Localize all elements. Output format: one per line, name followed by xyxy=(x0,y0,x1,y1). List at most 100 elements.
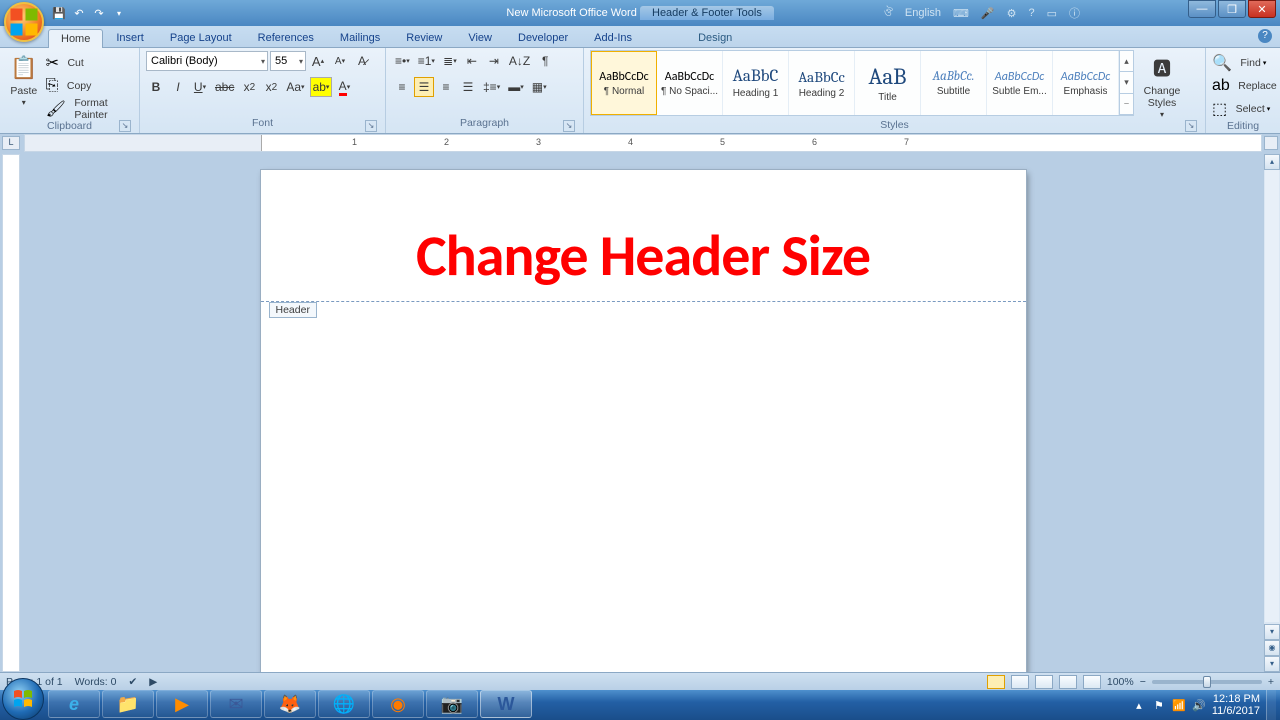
style-item-emphasis[interactable]: AaBbCcDcEmphasis xyxy=(1053,51,1119,115)
tray-network-icon[interactable]: 📶 xyxy=(1172,698,1186,712)
close-button[interactable]: ✕ xyxy=(1248,0,1276,18)
outline-view[interactable] xyxy=(1059,675,1077,689)
proofing-icon[interactable]: ✔ xyxy=(128,676,137,688)
replace-button[interactable]: ab Replace xyxy=(1212,75,1277,97)
style-item--normal[interactable]: AaBbCcDc¶ Normal xyxy=(591,51,657,115)
tray-volume-icon[interactable]: 🔊 xyxy=(1192,698,1206,712)
tab-mailings[interactable]: Mailings xyxy=(327,28,393,47)
cut-button[interactable]: ✂ Cut xyxy=(46,52,133,74)
font-dialog-launcher[interactable]: ↘ xyxy=(365,120,377,132)
redo-icon[interactable]: ↷ xyxy=(90,4,108,22)
font-color-button[interactable]: A▾ xyxy=(334,77,354,97)
language-bar[interactable]: ঔ English ⌨ 🎤 ⚙ ? ▭ ⓘ xyxy=(884,4,1080,23)
vertical-scrollbar[interactable]: ▴ ▾ ◉ ▾ xyxy=(1263,154,1280,672)
ime-icon[interactable]: ঔ xyxy=(884,4,893,23)
grow-font-button[interactable]: A▴ xyxy=(308,51,328,71)
justify-button[interactable]: ☰ xyxy=(458,77,478,97)
align-right-button[interactable]: ≡ xyxy=(436,77,456,97)
lang-info-icon[interactable]: ⓘ xyxy=(1069,5,1080,21)
style-item-title[interactable]: AaBTitle xyxy=(855,51,921,115)
office-button[interactable] xyxy=(4,2,44,42)
styles-gallery[interactable]: AaBbCcDc¶ NormalAaBbCcDc¶ No Spaci...AaB… xyxy=(590,50,1134,116)
align-center-button[interactable]: ☰ xyxy=(414,77,434,97)
tab-review[interactable]: Review xyxy=(393,28,455,47)
scroll-track[interactable] xyxy=(1265,170,1279,622)
tab-view[interactable]: View xyxy=(455,28,505,47)
font-family-combo[interactable]: Calibri (Body)▾ xyxy=(146,51,268,71)
tab-design[interactable]: Design xyxy=(685,28,745,47)
style-item-heading-2[interactable]: AaBbCcHeading 2 xyxy=(789,51,855,115)
horizontal-ruler[interactable]: 1234567 xyxy=(24,134,1262,152)
taskbar-ie[interactable]: e xyxy=(48,690,100,718)
font-size-combo[interactable]: 55▾ xyxy=(270,51,306,71)
taskbar-chrome[interactable]: 🌐 xyxy=(318,690,370,718)
full-screen-view[interactable] xyxy=(1011,675,1029,689)
bullets-button[interactable]: ≡•▾ xyxy=(392,51,413,71)
previous-page-button[interactable]: ◉ xyxy=(1264,640,1280,656)
shrink-font-button[interactable]: A▾ xyxy=(330,51,350,71)
zoom-slider-thumb[interactable] xyxy=(1203,676,1211,688)
vertical-ruler[interactable] xyxy=(2,154,20,672)
maximize-button[interactable]: ❐ xyxy=(1218,0,1246,18)
draft-view[interactable] xyxy=(1083,675,1101,689)
lang-help-icon[interactable]: ? xyxy=(1028,7,1034,19)
styles-gallery-scroll[interactable]: ▴▾⎯ xyxy=(1119,51,1133,115)
taskbar-app-2[interactable]: ◉ xyxy=(372,690,424,718)
tray-flag-icon[interactable]: ⚑ xyxy=(1152,698,1166,712)
taskbar-word[interactable]: W xyxy=(480,690,532,718)
lang-gear-icon[interactable]: ⚙ xyxy=(1007,7,1017,20)
tab-home[interactable]: Home xyxy=(48,29,103,48)
zoom-slider[interactable] xyxy=(1152,680,1262,684)
change-case-button[interactable]: Aa▾ xyxy=(283,77,307,97)
tab-developer[interactable]: Developer xyxy=(505,28,581,47)
lang-restore-icon[interactable]: ▭ xyxy=(1047,7,1057,20)
taskbar-firefox[interactable]: 🦊 xyxy=(264,690,316,718)
paragraph-dialog-launcher[interactable]: ↘ xyxy=(563,120,575,132)
minimize-button[interactable]: — xyxy=(1188,0,1216,18)
word-count[interactable]: Words: 0 xyxy=(75,676,117,688)
select-button[interactable]: ⬚ Select▾ xyxy=(1212,98,1270,120)
taskbar-clock[interactable]: 12:18 PM 11/6/2017 xyxy=(1212,693,1260,717)
find-button[interactable]: 🔍 Find▾ xyxy=(1212,52,1266,74)
numbering-button[interactable]: ≡1▾ xyxy=(415,51,438,71)
taskbar-app-3[interactable]: 📷 xyxy=(426,690,478,718)
show-desktop-button[interactable] xyxy=(1266,690,1276,720)
macro-icon[interactable]: ▶ xyxy=(149,676,157,688)
taskbar-media-player[interactable]: ▶ xyxy=(156,690,208,718)
line-spacing-button[interactable]: ‡≡▾ xyxy=(480,77,503,97)
header-text[interactable]: Change Header Size xyxy=(281,220,1006,291)
scroll-up-button[interactable]: ▴ xyxy=(1264,154,1280,170)
sort-button[interactable]: A↓Z xyxy=(506,51,533,71)
highlight-button[interactable]: ab▾ xyxy=(310,77,333,97)
copy-button[interactable]: ⎘ Copy xyxy=(46,75,133,97)
start-button[interactable] xyxy=(2,678,44,720)
paste-button[interactable]: 📋 Paste ▾ xyxy=(6,50,42,107)
scroll-down-button[interactable]: ▾ xyxy=(1264,624,1280,640)
web-layout-view[interactable] xyxy=(1035,675,1053,689)
qat-customize-icon[interactable]: ▾ xyxy=(110,4,128,22)
borders-button[interactable]: ▦▾ xyxy=(529,77,550,97)
undo-icon[interactable]: ↶ xyxy=(70,4,88,22)
shading-button[interactable]: ▬▾ xyxy=(505,77,527,97)
help-icon[interactable]: ? xyxy=(1258,29,1272,43)
document-page[interactable]: Change Header Size Header xyxy=(261,170,1026,672)
tray-show-hidden-icon[interactable]: ▴ xyxy=(1132,698,1146,712)
taskbar-app-1[interactable]: ✉ xyxy=(210,690,262,718)
bold-button[interactable]: B xyxy=(146,77,166,97)
align-left-button[interactable]: ≡ xyxy=(392,77,412,97)
decrease-indent-button[interactable]: ⇤ xyxy=(462,51,482,71)
language-label[interactable]: English xyxy=(905,7,941,19)
page-header-region[interactable]: Change Header Size xyxy=(261,170,1026,302)
multilevel-list-button[interactable]: ≣▾ xyxy=(440,51,460,71)
increase-indent-button[interactable]: ⇥ xyxy=(484,51,504,71)
change-styles-button[interactable]: 🅰 Change Styles ▾ xyxy=(1138,50,1186,119)
lang-keyboard-icon[interactable]: ⌨ xyxy=(953,7,969,20)
style-item-subtle-em-[interactable]: AaBbCcDcSubtle Em... xyxy=(987,51,1053,115)
print-layout-view[interactable] xyxy=(987,675,1005,689)
tab-add-ins[interactable]: Add-Ins xyxy=(581,28,645,47)
tab-references[interactable]: References xyxy=(245,28,327,47)
zoom-in-button[interactable]: + xyxy=(1268,676,1274,688)
taskbar-explorer[interactable]: 📁 xyxy=(102,690,154,718)
zoom-out-button[interactable]: − xyxy=(1140,676,1146,688)
show-marks-button[interactable]: ¶ xyxy=(535,51,555,71)
